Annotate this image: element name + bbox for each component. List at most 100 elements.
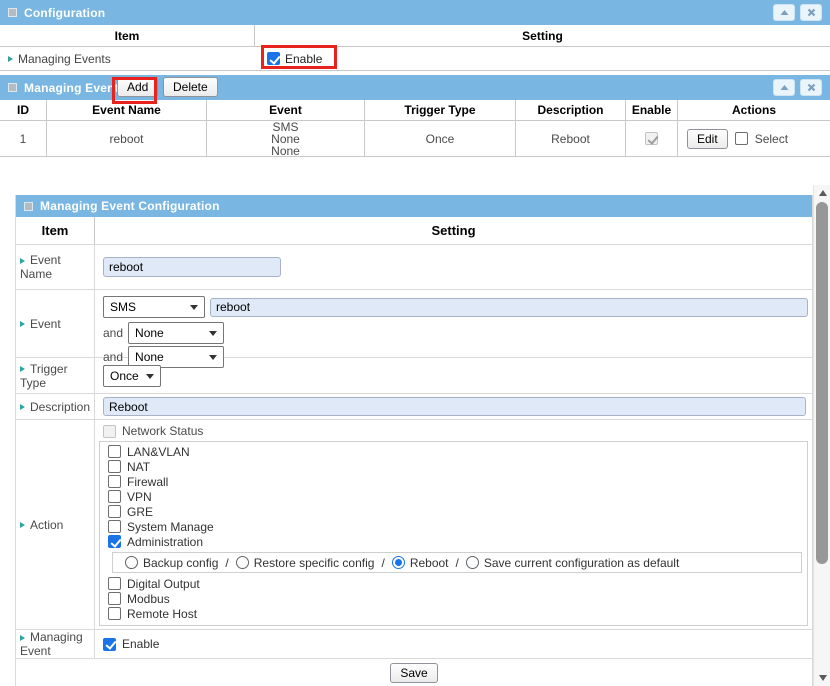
column-setting: Setting	[95, 217, 812, 244]
panel-icon	[24, 202, 33, 211]
managing-events-label: Managing Events	[18, 52, 111, 66]
close-button[interactable]	[800, 4, 822, 21]
cell-enable	[626, 121, 678, 156]
edit-button[interactable]: Edit	[687, 129, 728, 149]
column-actions: Actions	[678, 100, 830, 120]
administration-options-box: Backup config / Restore specific config …	[112, 552, 802, 573]
event-value-input[interactable]	[210, 298, 808, 317]
bullet-arrow-icon	[8, 56, 13, 62]
system-manage-label: System Manage	[127, 520, 214, 534]
row-select-checkbox[interactable]	[735, 132, 748, 145]
add-button[interactable]: Add	[117, 77, 158, 97]
enable-label: Enable	[285, 52, 322, 66]
modbus-checkbox[interactable]	[108, 592, 121, 605]
save-default-label: Save current configuration as default	[484, 556, 679, 570]
column-item: Item	[16, 217, 95, 244]
collapse-icon	[780, 84, 789, 91]
event-row: Event SMS and None and None	[16, 290, 812, 358]
cell-actions: Edit Select	[678, 121, 830, 156]
radio-save-default[interactable]	[466, 556, 479, 569]
separator: /	[225, 556, 228, 570]
scroll-down-button[interactable]	[814, 670, 830, 686]
vpn-label: VPN	[127, 490, 152, 504]
radio-backup-config[interactable]	[125, 556, 138, 569]
select-label: Select	[755, 132, 788, 146]
lan-vlan-label: LAN&VLAN	[127, 445, 190, 459]
event-name-input[interactable]	[103, 257, 281, 277]
reboot-label: Reboot	[410, 556, 449, 570]
chevron-down-icon	[146, 374, 154, 379]
row-enable-checkbox	[645, 132, 658, 145]
separator: /	[381, 556, 384, 570]
bullet-arrow-icon	[20, 366, 25, 372]
bullet-arrow-icon	[20, 635, 25, 641]
administration-checkbox[interactable]	[108, 535, 121, 548]
panel-title: Managing Event Configuration	[40, 199, 220, 213]
panel-icon	[8, 83, 17, 92]
panel-event-configuration: Managing Event Configuration Item Settin…	[15, 195, 813, 686]
cell-event-name: reboot	[47, 121, 207, 156]
config-scroll-region: Managing Event Configuration Item Settin…	[0, 185, 830, 686]
panel-event-configuration-header: Managing Event Configuration	[16, 195, 812, 217]
description-input[interactable]	[103, 397, 806, 416]
scroll-up-button[interactable]	[814, 185, 830, 201]
trigger-type-select[interactable]: Once	[103, 365, 161, 387]
vpn-checkbox[interactable]	[108, 490, 121, 503]
column-description: Description	[516, 100, 626, 120]
gre-label: GRE	[127, 505, 153, 519]
managing-event-label: Managing Event	[20, 630, 83, 658]
modbus-label: Modbus	[127, 592, 170, 606]
column-event-name: Event Name	[47, 100, 207, 120]
gre-checkbox[interactable]	[108, 505, 121, 518]
cell-description: Reboot	[516, 121, 626, 156]
system-manage-checkbox[interactable]	[108, 520, 121, 533]
managing-events-enable-checkbox[interactable]	[267, 52, 280, 65]
panel-configuration-header: Configuration	[0, 0, 830, 25]
and-label: and	[103, 326, 123, 340]
collapse-button[interactable]	[773, 4, 795, 21]
managing-event-enable-checkbox[interactable]	[103, 638, 116, 651]
event-condition-3: None	[271, 145, 300, 157]
remote-host-label: Remote Host	[127, 607, 197, 621]
managing-event-row: Managing Event Enable	[16, 630, 812, 659]
event-label: Event	[30, 317, 61, 331]
separator: /	[456, 556, 459, 570]
event-type2-select[interactable]: None	[128, 322, 224, 344]
cell-event: SMS None None	[207, 121, 365, 156]
trigger-type-row: Trigger Type Once	[16, 358, 812, 394]
nat-checkbox[interactable]	[108, 460, 121, 473]
lan-vlan-checkbox[interactable]	[108, 445, 121, 458]
backup-config-label: Backup config	[143, 556, 218, 570]
column-id: ID	[0, 100, 47, 120]
description-row: Description	[16, 394, 812, 420]
collapse-button[interactable]	[773, 79, 795, 96]
description-label: Description	[30, 400, 90, 414]
event-type-select[interactable]: SMS	[103, 296, 205, 318]
delete-button[interactable]: Delete	[163, 77, 218, 97]
event-condition-1: SMS	[271, 121, 300, 133]
panel-event-list-header: Managing Event List Add Delete	[0, 75, 830, 100]
cell-id: 1	[0, 121, 47, 156]
table-row: 1 reboot SMS None None Once Reboot Edit …	[0, 121, 830, 157]
bullet-arrow-icon	[20, 404, 25, 410]
scroll-up-icon	[819, 190, 827, 196]
firewall-checkbox[interactable]	[108, 475, 121, 488]
close-icon	[807, 8, 816, 17]
close-button[interactable]	[800, 79, 822, 96]
radio-reboot[interactable]	[392, 556, 405, 569]
digital-output-checkbox[interactable]	[108, 577, 121, 590]
panel-configuration: Configuration Item Setting Managing Even…	[0, 0, 830, 71]
firewall-label: Firewall	[127, 475, 168, 489]
radio-restore-specific-config[interactable]	[236, 556, 249, 569]
digital-output-label: Digital Output	[127, 577, 200, 591]
enable-label: Enable	[122, 637, 159, 651]
event-name-label: Event Name	[20, 253, 61, 281]
column-item: Item	[0, 25, 255, 46]
remote-host-checkbox[interactable]	[108, 607, 121, 620]
action-group-box: LAN&VLAN NAT Firewall VPN GRE System Man…	[99, 441, 808, 626]
column-event: Event	[207, 100, 365, 120]
scrollbar-thumb[interactable]	[816, 202, 828, 564]
vertical-scrollbar[interactable]	[813, 185, 830, 686]
save-button[interactable]: Save	[390, 663, 437, 683]
panel-title: Configuration	[24, 6, 105, 20]
